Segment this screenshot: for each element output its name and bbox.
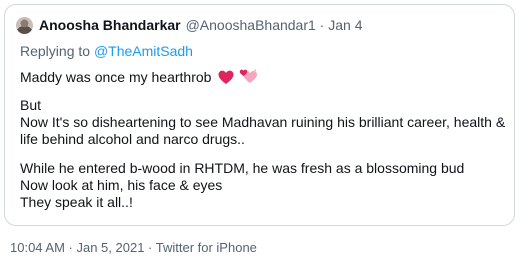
tweet-header: Anoosha Bhandarkar @AnooshaBhandar1 · Ja… [16, 16, 362, 34]
tweet-line: While he entered b-wood in RHTDM, he was… [20, 160, 465, 176]
author-display-name[interactable]: Anoosha Bhandarkar [39, 17, 181, 33]
tweet-line: Now It's so disheartening to see Madhava… [20, 114, 506, 130]
author-handle-and-date[interactable]: @AnooshaBhandar1 · Jan 4 [186, 17, 363, 33]
tweet-meta[interactable]: 10:04 AM · Jan 5, 2021 · Twitter for iPh… [10, 240, 257, 255]
tweet-line: life behind alcohol and narco drugs.. [20, 131, 245, 147]
tweet-line: Maddy was once my hearthrob [20, 68, 510, 85]
tweet-text: Maddy was once my hearthrob But Now It's… [20, 68, 510, 211]
replying-to-mention[interactable]: @TheAmitSadh [94, 43, 193, 59]
heart-icon [218, 70, 234, 89]
tweet-line: But [20, 97, 42, 113]
tweet-line-text: Maddy was once my hearthrob [20, 69, 212, 85]
avatar[interactable] [16, 16, 33, 34]
hearts-icon [239, 68, 258, 89]
replying-to: Replying to @TheAmitSadh [20, 43, 193, 59]
reply-tweet-card[interactable]: Anoosha Bhandarkar @AnooshaBhandar1 · Ja… [4, 4, 515, 226]
tweet-screenshot: Anoosha Bhandarkar @AnooshaBhandar1 · Ja… [0, 0, 532, 269]
replying-to-label: Replying to [20, 43, 91, 59]
tweet-line: Now look at him, his face & eyes [20, 177, 223, 193]
tweet-line: They speak it all..! [20, 194, 133, 210]
